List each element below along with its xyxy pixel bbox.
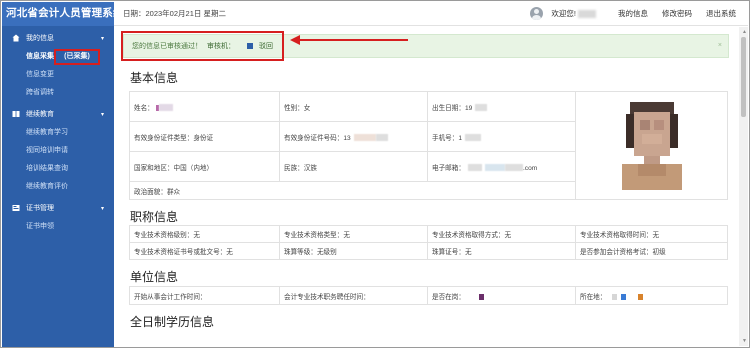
table-cell: 政治面貌：群众 (129, 181, 576, 200)
welcome-text: 欢迎您! (551, 9, 576, 18)
sidebar: 河北省会计人员管理系统 我的信息 ▾ 信息采集 (已采集) 信息变更 跨省调转 … (2, 2, 124, 347)
book-icon (12, 110, 20, 118)
table-cell: 专业技术资格级别：无 (129, 225, 280, 243)
sidebar-item-evaluation[interactable]: 继续教育评价 (2, 178, 114, 196)
scrollbar-thumb[interactable] (741, 37, 746, 117)
sidebar-item-certificate-apply[interactable]: 证书申领 (2, 218, 114, 236)
close-icon[interactable]: × (718, 42, 722, 49)
user-area: 欢迎您! 我的信息 修改密码 退出系统 (530, 7, 748, 20)
table-cell: 珠算证号：无 (427, 242, 576, 260)
table-cell: 姓名： (129, 91, 280, 122)
table-cell: 珠算等级：无级别 (279, 242, 428, 260)
app-title: 河北省会计人员管理系统 (2, 2, 124, 26)
section-title-unit: 单位信息 (130, 270, 179, 284)
annotation-arrow (290, 35, 408, 45)
sidebar-section-label: 我的信息 (26, 35, 54, 42)
table-cell: 开始从事会计工作时间： (129, 286, 280, 305)
top-bar: 日期：2023年02月21日 星期二 欢迎您! 我的信息 修改密码 退出系统 (114, 2, 748, 26)
sidebar-item-transfer[interactable]: 跨省调转 (2, 84, 114, 102)
sidebar-section-label: 继续教育 (26, 111, 54, 118)
table-cell: 所在地： (575, 286, 728, 305)
section-title-education: 全日制学历信息 (130, 315, 215, 329)
highlight-box (121, 31, 284, 61)
sidebar-item-info-collection[interactable]: 信息采集 (已采集) (2, 48, 114, 66)
table-row: 开始从事会计工作时间： 会计专业技术职务聘任时间： 是否在岗： 所在地： (129, 286, 728, 305)
current-date: 日期：2023年02月21日 星期二 (123, 9, 226, 18)
sidebar-item-info-change[interactable]: 信息变更 (2, 66, 114, 84)
sidebar-item-label: 信息采集 (26, 53, 54, 60)
professional-info-table: 专业技术资格级别：无 专业技术资格类型：无 专业技术资格取得方式：无 专业技术资… (129, 225, 728, 260)
table-cell: 手机号：1 (427, 121, 576, 152)
table-cell: 出生日期：19 (427, 91, 576, 122)
sidebar-section-my-info[interactable]: 我的信息 ▾ (2, 28, 114, 48)
change-password-link[interactable]: 修改密码 (662, 8, 692, 19)
basic-info-table: 姓名： 性别：女 出生日期：19 有效身份证件类型：身份证 有效身份证件号码：1… (129, 91, 728, 200)
sidebar-item-equivalent-training[interactable]: 视同培训申请 (2, 142, 114, 160)
table-cell: 有效身份证件类型：身份证 (129, 121, 280, 152)
certificate-icon (12, 204, 20, 212)
table-cell: 专业技术资格类型：无 (279, 225, 428, 243)
section-title-professional: 职称信息 (130, 210, 179, 224)
my-info-link[interactable]: 我的信息 (618, 8, 648, 19)
unit-info-table: 开始从事会计工作时间： 会计专业技术职务聘任时间： 是否在岗： 所在地： (129, 286, 728, 305)
chevron-down-icon: ▾ (100, 35, 104, 42)
table-cell: 性别：女 (279, 91, 428, 122)
logout-link[interactable]: 退出系统 (706, 8, 736, 19)
sidebar-section-certificates[interactable]: 证书管理 ▾ (2, 198, 114, 218)
sidebar-section-label: 证书管理 (26, 205, 54, 212)
section-title-basic: 基本信息 (130, 71, 179, 85)
home-icon (12, 34, 20, 42)
chevron-down-icon: ▾ (100, 205, 104, 212)
sidebar-item-study[interactable]: 继续教育学习 (2, 124, 114, 142)
profile-photo (615, 100, 688, 190)
table-row: 姓名： 性别：女 出生日期：19 (129, 91, 728, 200)
table-cell: 电子邮箱： .com (427, 151, 576, 182)
sidebar-item-training-results[interactable]: 培训结果查询 (2, 160, 114, 178)
table-cell: 专业技术资格取得时间：无 (575, 225, 728, 243)
table-cell: 民族：汉族 (279, 151, 428, 182)
scroll-up-icon[interactable]: ▲ (742, 29, 747, 35)
table-cell: 专业技术资格取得方式：无 (427, 225, 576, 243)
vertical-scrollbar[interactable]: ▲ ▼ (739, 27, 748, 346)
table-cell: 是否参加会计资格考试：初级 (575, 242, 728, 260)
app-frame: 河北省会计人员管理系统 我的信息 ▾ 信息采集 (已采集) 信息变更 跨省调转 … (0, 0, 750, 348)
masked-username (578, 9, 596, 18)
photo-cell (575, 91, 728, 200)
table-row: 专业技术资格证书号或批文号：无 珠算等级：无级别 珠算证号：无 是否参加会计资格… (129, 242, 728, 260)
table-row: 专业技术资格级别：无 专业技术资格类型：无 专业技术资格取得方式：无 专业技术资… (129, 225, 728, 243)
user-avatar-icon (530, 7, 544, 20)
sidebar-section-education[interactable]: 继续教育 ▾ (2, 104, 114, 124)
table-cell: 会计专业技术职务聘任时间： (279, 286, 428, 305)
scroll-down-icon[interactable]: ▼ (742, 338, 747, 344)
table-cell: 是否在岗： (427, 286, 576, 305)
chevron-down-icon: ▾ (100, 111, 104, 118)
collected-badge: (已采集) (54, 49, 100, 65)
main-content: 您的信息已审核通过！ 审核机： 驳回 × 基本信息 姓名： 性别：女 出生日期：… (114, 27, 748, 346)
table-cell: 有效身份证件号码：13 (279, 121, 428, 152)
table-cell: 国家和地区：中国（内地） (129, 151, 280, 182)
table-cell: 专业技术资格证书号或批文号：无 (129, 242, 280, 260)
